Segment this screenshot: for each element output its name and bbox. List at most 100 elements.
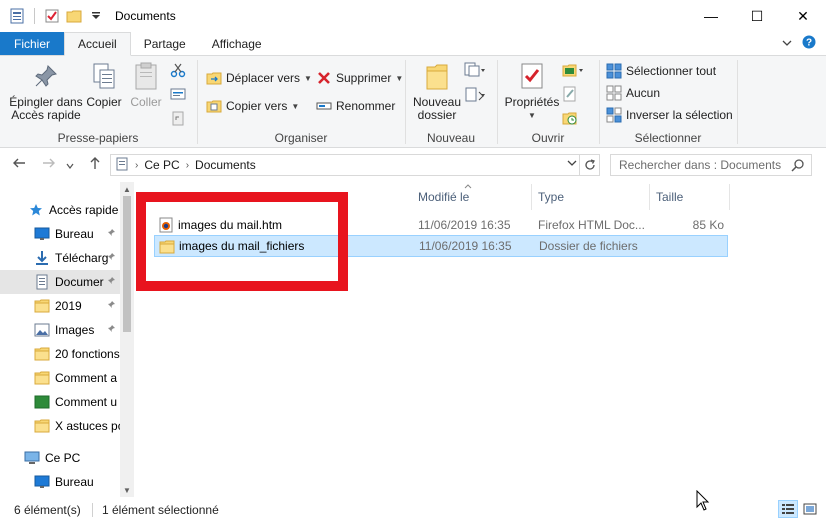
paste-shortcut-icon[interactable] bbox=[170, 110, 186, 129]
large-icons-view-icon[interactable] bbox=[800, 500, 820, 518]
nav-item[interactable]: X astuces pc bbox=[0, 414, 120, 438]
copy-to-button[interactable]: Copier vers ▼ bbox=[206, 96, 299, 116]
folder-icon bbox=[34, 298, 50, 314]
group-label-new: Nouveau bbox=[426, 131, 476, 145]
properties-label: Propriétés bbox=[504, 95, 560, 109]
mouse-cursor-icon bbox=[696, 489, 710, 515]
pinned-icon bbox=[107, 276, 116, 288]
new-item-icon[interactable] bbox=[464, 62, 486, 81]
scroll-down-arrow-icon[interactable]: ▼ bbox=[120, 483, 134, 497]
breadcrumb-chevron-icon[interactable]: › bbox=[135, 160, 138, 171]
pin-label: Épingler dans Accès rapide bbox=[9, 95, 83, 122]
copy-button[interactable]: Copier bbox=[84, 60, 124, 109]
copy-label: Copier bbox=[86, 95, 122, 109]
nav-item-label: Bureau bbox=[55, 227, 94, 241]
recent-locations-icon[interactable] bbox=[66, 157, 74, 173]
search-input[interactable]: Rechercher dans : Documents bbox=[610, 154, 812, 176]
expand-ribbon-icon[interactable] bbox=[782, 37, 792, 51]
edit-icon[interactable] bbox=[562, 86, 584, 105]
paste-icon bbox=[130, 60, 162, 92]
tab-partage[interactable]: Partage bbox=[131, 32, 199, 55]
pin-quick-access-button[interactable]: Épingler dans Accès rapide bbox=[8, 60, 84, 122]
nav-item[interactable]: 2019 bbox=[0, 294, 120, 318]
copy-to-caret-icon: ▼ bbox=[291, 101, 300, 111]
group-label-select: Sélectionner bbox=[634, 131, 702, 145]
delete-button[interactable]: Supprimer ▼ bbox=[316, 68, 403, 88]
window-title: Documents bbox=[115, 9, 176, 23]
nav-item[interactable]: 20 fonctions bbox=[0, 342, 120, 366]
cut-icon[interactable] bbox=[170, 62, 186, 81]
nav-item[interactable]: Télécharg bbox=[0, 246, 120, 270]
search-icon[interactable] bbox=[791, 158, 805, 175]
customize-qat-icon[interactable] bbox=[87, 7, 105, 25]
move-to-icon bbox=[206, 70, 222, 86]
maximize-button[interactable]: ☐ bbox=[734, 0, 780, 32]
view-switcher bbox=[778, 500, 820, 518]
properties-check-icon[interactable] bbox=[43, 7, 61, 25]
nav-item[interactable]: Documer bbox=[0, 270, 120, 294]
breadcrumb-chevron-icon[interactable]: › bbox=[186, 160, 189, 171]
download-icon bbox=[34, 250, 50, 266]
breadcrumb-ce-pc[interactable]: Ce PC bbox=[144, 158, 179, 172]
nav-scrollbar[interactable]: ▲ ▼ bbox=[120, 182, 134, 497]
up-arrow-icon[interactable] bbox=[88, 156, 102, 173]
details-view-icon[interactable] bbox=[778, 500, 798, 518]
new-folder-qat-icon[interactable] bbox=[65, 7, 83, 25]
invert-selection-button[interactable]: Inverser la sélection bbox=[606, 105, 733, 125]
nav-item[interactable]: Comment a bbox=[0, 366, 120, 390]
rename-button[interactable]: Renommer bbox=[316, 96, 395, 116]
explorer-app-icon[interactable] bbox=[8, 7, 26, 25]
group-open: Propriétés ▼ Ouvrir bbox=[498, 56, 598, 148]
invert-selection-icon bbox=[606, 107, 622, 123]
open-icon[interactable] bbox=[562, 62, 584, 81]
nav-item-label: 20 fonctions bbox=[55, 347, 120, 361]
new-folder-button[interactable]: Nouveau dossier bbox=[412, 60, 462, 122]
forward-arrow-icon[interactable] bbox=[42, 156, 56, 173]
select-all-button[interactable]: Sélectionner tout bbox=[606, 61, 716, 81]
column-header-type[interactable]: Type bbox=[532, 184, 650, 210]
tab-affichage[interactable]: Affichage bbox=[199, 32, 275, 55]
nav-item-label: Ce PC bbox=[45, 451, 81, 465]
select-none-button[interactable]: Aucun bbox=[606, 83, 660, 103]
column-header-modified[interactable]: Modifié le bbox=[412, 184, 532, 210]
refresh-icon[interactable] bbox=[579, 155, 599, 175]
help-icon[interactable]: ? bbox=[802, 35, 816, 52]
nav-item[interactable]: Comment u bbox=[0, 390, 120, 414]
rename-label: Renommer bbox=[336, 99, 396, 113]
address-bar[interactable]: › Ce PC › Documents bbox=[110, 154, 600, 176]
column-header-size[interactable]: Taille bbox=[650, 184, 730, 210]
group-label-clipboard: Presse-papiers bbox=[57, 131, 139, 145]
tab-accueil[interactable]: Accueil bbox=[64, 32, 131, 56]
svg-text:?: ? bbox=[806, 38, 812, 49]
new-folder-label: Nouveau dossier bbox=[412, 95, 462, 122]
minimize-button[interactable]: — bbox=[688, 0, 734, 32]
qat-separator bbox=[34, 8, 35, 24]
nav-item[interactable]: Ce PC bbox=[0, 446, 120, 470]
select-none-icon bbox=[606, 85, 622, 101]
copy-path-icon[interactable] bbox=[170, 87, 186, 104]
breadcrumb-documents[interactable]: Documents bbox=[195, 158, 256, 172]
paste-button[interactable]: Coller bbox=[126, 60, 166, 109]
move-to-label: Déplacer vers bbox=[226, 71, 301, 85]
file-modified: 11/06/2019 16:35 bbox=[419, 239, 512, 253]
new-folder-icon bbox=[421, 60, 453, 92]
move-to-caret-icon: ▼ bbox=[304, 73, 312, 83]
copy-icon bbox=[88, 60, 120, 92]
properties-button[interactable]: Propriétés ▼ bbox=[504, 60, 560, 122]
nav-item[interactable]: Bureau bbox=[0, 470, 120, 494]
back-arrow-icon[interactable] bbox=[12, 156, 26, 173]
nav-item[interactable]: Bureau bbox=[0, 222, 120, 246]
close-button[interactable]: ✕ bbox=[780, 0, 826, 32]
scroll-thumb[interactable] bbox=[123, 196, 131, 332]
history-icon[interactable] bbox=[562, 110, 584, 129]
move-to-button[interactable]: Déplacer vers ▼ bbox=[206, 68, 312, 88]
tab-fichier[interactable]: Fichier bbox=[0, 32, 65, 55]
scroll-up-arrow-icon[interactable]: ▲ bbox=[120, 182, 134, 196]
new-small-tools bbox=[464, 62, 486, 106]
address-dropdown-icon[interactable] bbox=[567, 158, 577, 170]
ribbon: Épingler dans Accès rapide Copier Coller… bbox=[0, 56, 826, 148]
nav-item[interactable]: Accès rapide bbox=[0, 198, 120, 222]
nav-item[interactable]: Images bbox=[0, 318, 120, 342]
ribbon-separator bbox=[737, 60, 738, 144]
easy-access-icon[interactable] bbox=[464, 87, 486, 106]
